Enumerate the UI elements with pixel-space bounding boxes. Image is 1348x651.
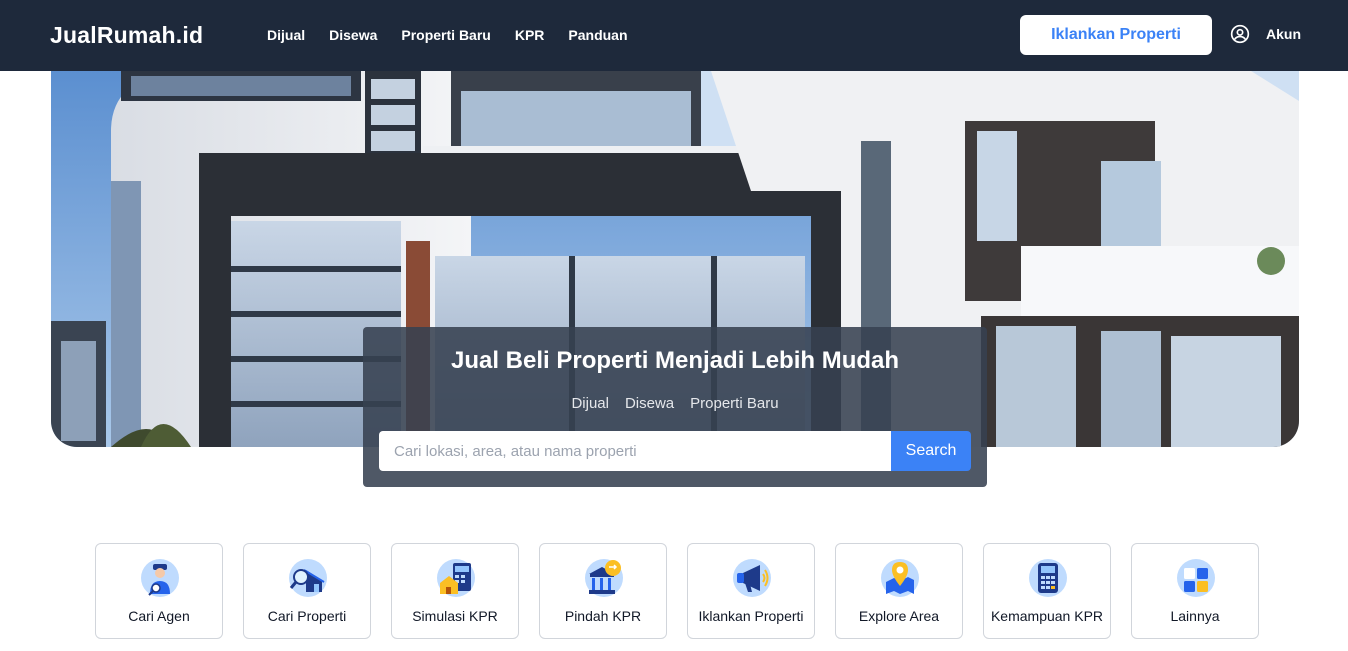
hero-title: Jual Beli Properti Menjadi Lebih Mudah: [450, 347, 900, 374]
bank-transfer-icon: [585, 559, 623, 597]
nav-link-dijual[interactable]: Dijual: [267, 27, 305, 43]
nav-link-disewa[interactable]: Disewa: [329, 27, 377, 43]
feature-card-pindah-kpr[interactable]: Pindah KPR: [539, 543, 667, 639]
megaphone-icon: [733, 559, 771, 597]
nav-link-properti-baru[interactable]: Properti Baru: [401, 27, 490, 43]
main-nav: Dijual Disewa Properti Baru KPR Panduan: [267, 27, 628, 43]
property-search-icon: [289, 559, 327, 597]
feature-label: Cari Agen: [128, 608, 190, 624]
map-pin-icon: [881, 559, 919, 597]
calculator-icon: [1029, 559, 1067, 597]
account-label: Akun: [1266, 26, 1301, 42]
hero-search-panel: Jual Beli Properti Menjadi Lebih Mudah D…: [363, 327, 987, 487]
feature-label: Pindah KPR: [564, 608, 642, 624]
grid-icon: [1177, 559, 1215, 597]
nav-link-panduan[interactable]: Panduan: [568, 27, 627, 43]
calculator-house-icon: [437, 559, 475, 597]
tab-properti-baru[interactable]: Properti Baru: [690, 395, 778, 412]
brand-logo[interactable]: JualRumah.id: [50, 22, 203, 49]
feature-card-simulasi-kpr[interactable]: Simulasi KPR: [391, 543, 519, 639]
search-type-tabs: Dijual Disewa Properti Baru: [363, 395, 987, 412]
account-menu[interactable]: Akun: [1230, 24, 1301, 44]
agent-icon: [141, 559, 179, 597]
tab-disewa[interactable]: Disewa: [625, 395, 674, 412]
tab-dijual[interactable]: Dijual: [571, 395, 609, 412]
feature-card-lainnya[interactable]: Lainnya: [1131, 543, 1259, 639]
feature-label: Cari Properti: [267, 608, 347, 624]
feature-shortcuts: Cari Agen Cari Properti Simulasi KPR Pin…: [95, 543, 1259, 639]
search-button[interactable]: Search: [891, 431, 971, 471]
feature-card-cari-agen[interactable]: Cari Agen: [95, 543, 223, 639]
advertise-property-button[interactable]: Iklankan Properti: [1020, 15, 1212, 55]
nav-link-kpr[interactable]: KPR: [515, 27, 545, 43]
feature-card-explore-area[interactable]: Explore Area: [835, 543, 963, 639]
feature-card-kemampuan-kpr[interactable]: Kemampuan KPR: [983, 543, 1111, 639]
feature-card-iklankan-properti[interactable]: Iklankan Properti: [687, 543, 815, 639]
property-search-input[interactable]: [379, 431, 891, 471]
top-navbar: JualRumah.id Dijual Disewa Properti Baru…: [0, 0, 1348, 71]
feature-label: Simulasi KPR: [412, 608, 498, 624]
feature-label: Lainnya: [1170, 608, 1220, 624]
feature-label: Iklankan Properti: [698, 608, 804, 624]
feature-label: Kemampuan KPR: [990, 608, 1104, 624]
user-circle-icon: [1230, 24, 1250, 44]
feature-label: Explore Area: [858, 608, 940, 624]
feature-card-cari-properti[interactable]: Cari Properti: [243, 543, 371, 639]
